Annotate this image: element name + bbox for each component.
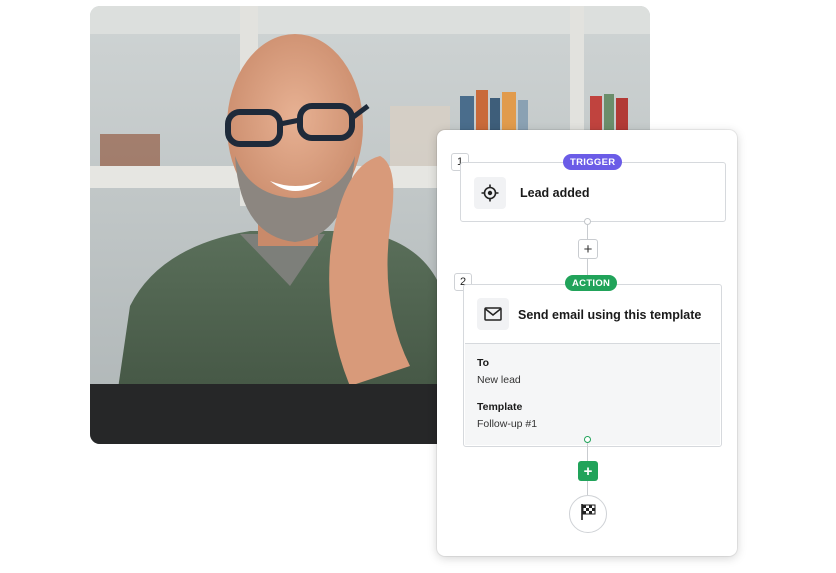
connector-line xyxy=(587,225,588,239)
connector-dot xyxy=(584,436,591,443)
add-step-button[interactable]: + xyxy=(578,239,598,259)
field-label-to: To xyxy=(477,357,490,369)
workflow-card: 1 Lead added TRIGGER + 2 Send email usin… xyxy=(437,130,737,556)
action-title: Send email using this template xyxy=(518,308,702,322)
add-step-button[interactable]: + xyxy=(578,461,598,481)
action-node[interactable]: Send email using this template To New le… xyxy=(463,284,722,447)
target-icon xyxy=(474,177,506,209)
checkered-flag-icon xyxy=(579,503,597,526)
field-label-template: Template xyxy=(477,401,523,413)
trigger-node[interactable]: Lead added xyxy=(460,162,726,222)
connector-line xyxy=(587,443,588,461)
field-value-to: New lead xyxy=(477,374,521,386)
trigger-badge: TRIGGER xyxy=(563,154,623,170)
action-details: To New lead Template Follow-up #1 xyxy=(465,343,720,445)
connector-dot xyxy=(584,218,591,225)
envelope-icon xyxy=(477,298,509,330)
finish-node xyxy=(569,495,607,533)
connector-line xyxy=(587,481,588,495)
action-badge: ACTION xyxy=(565,275,618,291)
field-value-template: Follow-up #1 xyxy=(477,418,538,430)
trigger-title: Lead added xyxy=(520,186,590,200)
